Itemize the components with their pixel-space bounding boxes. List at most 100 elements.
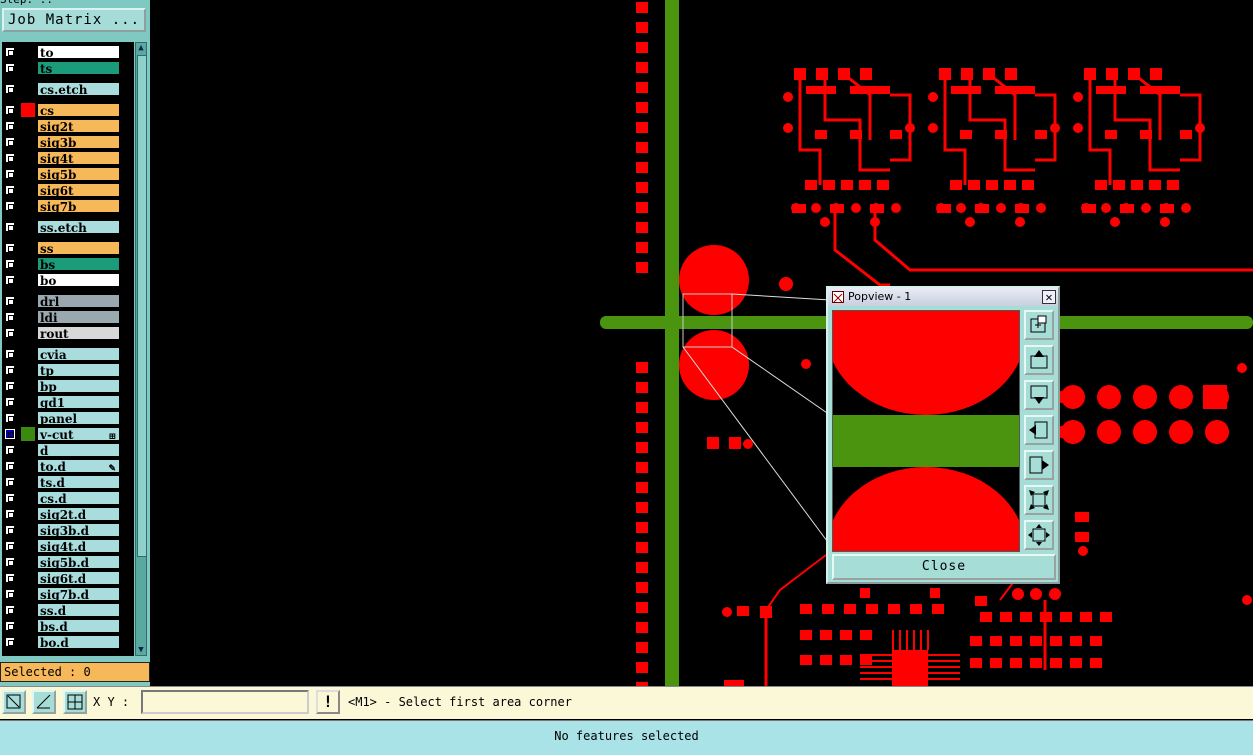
- layer-row[interactable]: cs.d: [2, 490, 122, 506]
- layer-name[interactable]: sig4t: [37, 151, 120, 166]
- layer-checkbox[interactable]: [5, 222, 15, 232]
- layer-checkbox[interactable]: [5, 605, 15, 615]
- layer-name[interactable]: ts: [37, 61, 120, 76]
- layer-checkbox[interactable]: [5, 312, 15, 322]
- scroll-thumb[interactable]: [137, 55, 147, 557]
- zoom-in-button[interactable]: [1024, 485, 1054, 515]
- layer-row[interactable]: rout: [2, 325, 122, 341]
- layer-checkbox[interactable]: [5, 349, 15, 359]
- layer-name[interactable]: to: [37, 45, 120, 60]
- layer-row[interactable]: to: [2, 44, 122, 60]
- layer-row[interactable]: v-cut ⊞: [2, 426, 122, 442]
- xy-coordinate-input[interactable]: [141, 690, 309, 714]
- popview-close-button[interactable]: Close: [832, 554, 1056, 580]
- layer-name[interactable]: sig5b.d: [37, 555, 120, 570]
- scroll-down-icon[interactable]: ▼: [136, 645, 146, 655]
- layer-checkbox[interactable]: [5, 328, 15, 338]
- layer-checkbox[interactable]: [5, 121, 15, 131]
- zoom-area-tool-button[interactable]: [2, 690, 26, 714]
- layer-name[interactable]: bo: [37, 273, 120, 288]
- layer-checkbox[interactable]: [5, 365, 15, 375]
- layer-row[interactable]: cs.etch: [2, 81, 122, 97]
- layer-checkbox[interactable]: [5, 477, 15, 487]
- layer-checkbox[interactable]: [5, 169, 15, 179]
- layer-name[interactable]: sig7b.d: [37, 587, 120, 602]
- layer-name[interactable]: bs.d: [37, 619, 120, 634]
- layer-name[interactable]: bo.d: [37, 635, 120, 650]
- layer-name[interactable]: rout: [37, 326, 120, 341]
- layer-checkbox[interactable]: [5, 63, 15, 73]
- layer-name[interactable]: to.d ✎: [37, 459, 120, 474]
- layer-list[interactable]: to ts cs.etch cs sig2t sig3b sig4t sig5b sig6t si…: [2, 42, 134, 656]
- layer-row[interactable]: sig6t: [2, 182, 122, 198]
- layer-checkbox[interactable]: [5, 461, 15, 471]
- layer-name[interactable]: tp: [37, 363, 120, 378]
- layer-checkbox[interactable]: [5, 589, 15, 599]
- layer-name[interactable]: gd1: [37, 395, 120, 410]
- layer-checkbox[interactable]: [5, 243, 15, 253]
- popview-titlebar[interactable]: Popview - 1 ✕: [828, 288, 1058, 306]
- layer-checkbox[interactable]: [5, 275, 15, 285]
- layer-row[interactable]: tp: [2, 362, 122, 378]
- layer-row[interactable]: d: [2, 442, 122, 458]
- layer-name[interactable]: ldi: [37, 310, 120, 325]
- pan-left-button[interactable]: [1024, 415, 1054, 445]
- layer-row[interactable]: sig7b: [2, 198, 122, 214]
- layer-row[interactable]: panel: [2, 410, 122, 426]
- layer-name[interactable]: cs: [37, 103, 120, 118]
- layer-scrollbar[interactable]: ▲ ▼: [135, 42, 147, 656]
- pan-up-button[interactable]: [1024, 345, 1054, 375]
- popview-canvas[interactable]: [832, 310, 1020, 552]
- layer-name[interactable]: drl: [37, 294, 120, 309]
- zoom-out-button[interactable]: [1024, 520, 1054, 550]
- measure-tool-button[interactable]: [32, 690, 56, 714]
- layer-row[interactable]: ts.d: [2, 474, 122, 490]
- layer-name[interactable]: sig4t.d: [37, 539, 120, 554]
- layer-row[interactable]: ss.d: [2, 602, 122, 618]
- layer-name[interactable]: sig5b: [37, 167, 120, 182]
- layer-row[interactable]: sig2t.d: [2, 506, 122, 522]
- close-icon[interactable]: ✕: [1042, 290, 1056, 304]
- layer-name[interactable]: ss: [37, 241, 120, 256]
- popview-window[interactable]: Popview - 1 ✕ Close: [826, 286, 1060, 584]
- layer-checkbox[interactable]: [5, 105, 15, 115]
- layer-name[interactable]: sig2t.d: [37, 507, 120, 522]
- layer-row[interactable]: bp: [2, 378, 122, 394]
- layer-row[interactable]: sig4t: [2, 150, 122, 166]
- layer-name[interactable]: cs.etch: [37, 82, 120, 97]
- layer-checkbox[interactable]: [5, 493, 15, 503]
- board-canvas[interactable]: [150, 0, 1253, 686]
- layer-row[interactable]: bo: [2, 272, 122, 288]
- layer-name[interactable]: sig3b: [37, 135, 120, 150]
- job-matrix-button[interactable]: Job Matrix ...: [2, 8, 146, 32]
- layer-row[interactable]: sig7b.d: [2, 586, 122, 602]
- pan-right-button[interactable]: [1024, 450, 1054, 480]
- layer-row[interactable]: gd1: [2, 394, 122, 410]
- layer-row[interactable]: bs.d: [2, 618, 122, 634]
- layer-checkbox[interactable]: [5, 201, 15, 211]
- layer-name[interactable]: sig3b.d: [37, 523, 120, 538]
- layer-row[interactable]: ss.etch: [2, 219, 122, 235]
- layer-color-swatch[interactable]: [21, 427, 35, 441]
- layer-checkbox[interactable]: [5, 573, 15, 583]
- layer-checkbox[interactable]: [5, 509, 15, 519]
- layer-checkbox[interactable]: [5, 557, 15, 567]
- layer-checkbox[interactable]: [5, 296, 15, 306]
- layer-row[interactable]: sig2t: [2, 118, 122, 134]
- layer-color-swatch[interactable]: [21, 103, 35, 117]
- layer-checkbox[interactable]: [5, 525, 15, 535]
- layer-name[interactable]: bs: [37, 257, 120, 272]
- layer-name[interactable]: ss.etch: [37, 220, 120, 235]
- layer-name[interactable]: cvia: [37, 347, 120, 362]
- grid-snap-button[interactable]: [63, 690, 87, 714]
- layer-row[interactable]: bo.d: [2, 634, 122, 650]
- layer-row[interactable]: to.d ✎: [2, 458, 122, 474]
- layer-name[interactable]: panel: [37, 411, 120, 426]
- layer-row[interactable]: ss: [2, 240, 122, 256]
- layer-checkbox[interactable]: [5, 445, 15, 455]
- layer-checkbox[interactable]: [5, 153, 15, 163]
- layer-row[interactable]: bs: [2, 256, 122, 272]
- layer-name[interactable]: sig7b: [37, 199, 120, 214]
- layer-checkbox[interactable]: [5, 381, 15, 391]
- info-button[interactable]: !: [316, 690, 340, 714]
